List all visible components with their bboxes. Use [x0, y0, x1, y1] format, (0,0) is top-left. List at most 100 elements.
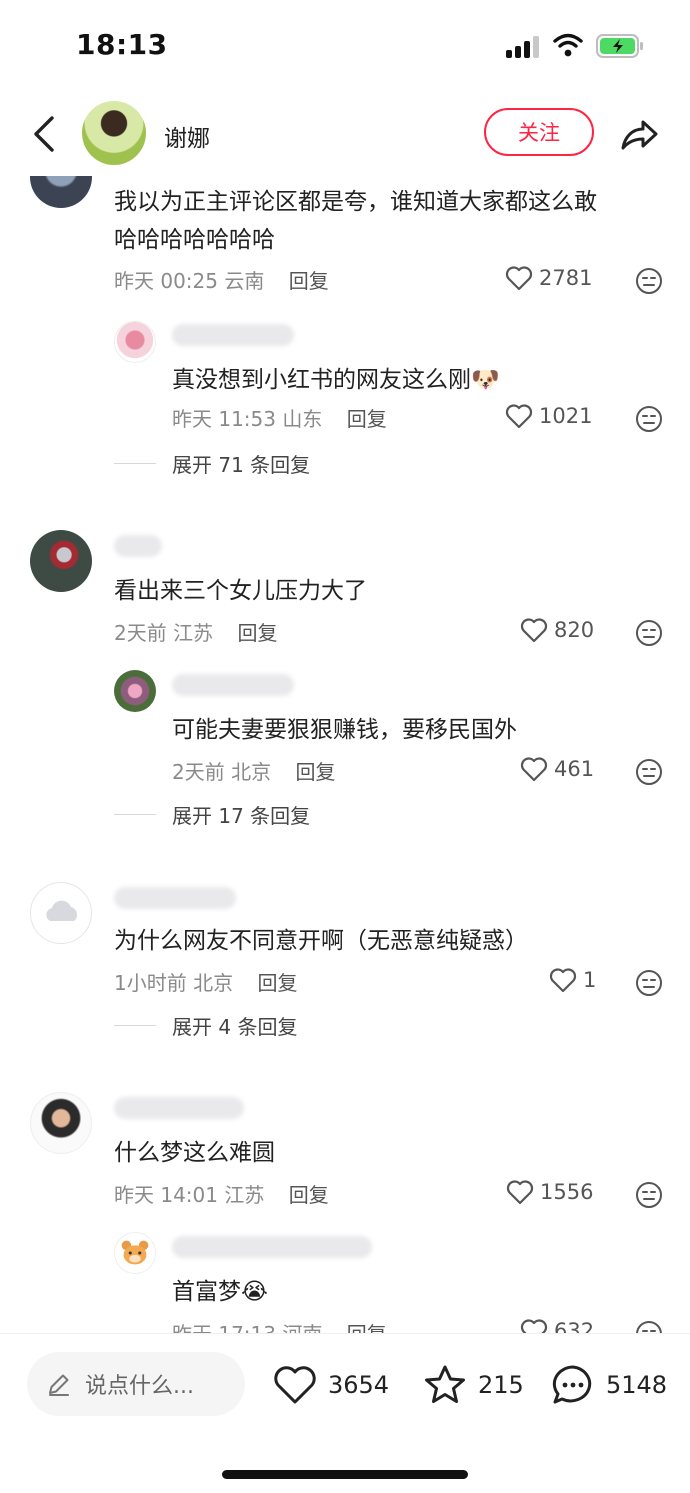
replier-avatar[interactable]	[114, 670, 156, 712]
wifi-icon	[553, 33, 583, 57]
comment-like[interactable]: 820	[520, 617, 594, 643]
heart-icon	[505, 266, 533, 291]
comment-like[interactable]: 1	[549, 967, 596, 993]
commenter-avatar[interactable]	[30, 1092, 92, 1154]
comment-meta: 1小时前 北京 回复	[114, 967, 297, 996]
comment-button[interactable]: 5148	[550, 1364, 667, 1406]
like-count: 1021	[539, 404, 593, 428]
reply-button[interactable]: 回复	[295, 760, 335, 784]
emoji: 🐶	[471, 367, 500, 393]
reply-meta: 昨天 17:13 河南 回复	[172, 1318, 387, 1333]
signal-icon	[506, 36, 542, 58]
commenter-avatar[interactable]	[30, 882, 92, 944]
reply-button[interactable]: 回复	[289, 269, 329, 293]
comment-total: 5148	[606, 1371, 668, 1399]
replier-avatar[interactable]	[114, 321, 156, 363]
heart-icon	[520, 757, 548, 782]
share-icon[interactable]	[619, 114, 659, 154]
replier-name-blurred	[172, 674, 294, 696]
note-header: 谢娜 关注	[0, 92, 690, 176]
follow-button[interactable]: 关注	[484, 108, 594, 156]
more-icon[interactable]	[635, 405, 663, 433]
comment-time: 昨天 00:25	[114, 269, 218, 293]
more-icon[interactable]	[635, 267, 663, 295]
expand-replies[interactable]: 展开 71 条回复	[114, 449, 310, 478]
replier-name-blurred	[172, 1236, 372, 1258]
expand-replies[interactable]: 展开 4 条回复	[114, 1011, 297, 1040]
like-count: 1556	[540, 1180, 594, 1204]
more-icon[interactable]	[635, 969, 663, 997]
reply-location: 山东	[282, 407, 323, 431]
replier-avatar[interactable]	[114, 1232, 156, 1274]
reply-time: 昨天 17:13	[172, 1322, 276, 1333]
divider	[114, 463, 156, 464]
heart-icon	[520, 618, 548, 643]
reply-like[interactable]: 1021	[505, 403, 592, 429]
comment-location: 江苏	[224, 1183, 265, 1207]
author-name[interactable]: 谢娜	[164, 119, 210, 153]
comment-text-line-2: 哈哈哈哈哈哈哈	[114, 227, 275, 253]
comment-like[interactable]: 2781	[505, 265, 592, 291]
replier-name-blurred	[172, 324, 294, 346]
comment-meta: 2天前 江苏 回复	[114, 617, 277, 646]
comment-list: 我以为正主评论区都是夸，谁知道大家都这么敢 哈哈哈哈哈哈哈 昨天 00:25 云…	[0, 176, 690, 1333]
like-count: 632	[554, 1319, 595, 1333]
comment-time: 昨天 14:01	[114, 1183, 218, 1207]
more-icon[interactable]	[635, 1320, 663, 1333]
like-count: 1	[583, 968, 597, 992]
reply-button[interactable]: 回复	[257, 971, 297, 995]
emoji: 😭	[241, 1279, 268, 1305]
reply-like[interactable]: 461	[520, 756, 594, 782]
comment-like[interactable]: 1556	[506, 1179, 593, 1205]
comment-text-line-1: 我以为正主评论区都是夸，谁知道大家都这么敢	[114, 189, 597, 215]
author-avatar[interactable]	[82, 101, 146, 165]
comment-meta: 昨天 00:25 云南 回复	[114, 265, 329, 294]
reply-location: 北京	[231, 760, 272, 784]
commenter-avatar[interactable]	[30, 176, 92, 208]
commenter-name-blurred	[114, 887, 236, 909]
reply-meta: 2天前 北京 回复	[172, 756, 335, 785]
reply-button[interactable]: 回复	[347, 407, 387, 431]
heart-icon	[274, 1366, 316, 1404]
comment-input-placeholder: 说点什么...	[85, 1374, 194, 1399]
reply-like[interactable]: 632	[520, 1318, 594, 1333]
status-bar: 18:13	[0, 0, 690, 90]
reply-location: 河南	[282, 1322, 322, 1333]
like-count: 461	[554, 757, 595, 781]
like-count: 2781	[539, 266, 593, 290]
collect-button[interactable]: 215	[422, 1364, 524, 1406]
reply-text: 真没想到小红书的网友这么刚🐶	[172, 367, 500, 393]
heart-icon	[520, 1319, 548, 1333]
comment-time: 1小时前	[114, 971, 187, 995]
commenter-name-blurred	[114, 535, 162, 557]
like-button[interactable]: 3654	[272, 1364, 389, 1406]
expand-replies[interactable]: 展开 17 条回复	[114, 800, 310, 829]
more-icon[interactable]	[635, 1181, 663, 1209]
bear-icon	[121, 1240, 149, 1265]
battery-icon	[596, 34, 643, 58]
reply-time: 昨天 11:53	[172, 407, 276, 431]
reply-button[interactable]: 回复	[289, 1183, 329, 1207]
reply-button[interactable]: 回复	[237, 621, 277, 645]
heart-icon	[549, 968, 577, 993]
comment-time: 2天前	[114, 621, 167, 645]
collect-total: 215	[478, 1371, 524, 1399]
like-count: 820	[554, 618, 595, 642]
heart-icon	[506, 1180, 534, 1205]
home-indicator[interactable]	[222, 1470, 468, 1479]
star-icon	[425, 1365, 465, 1403]
comment-meta: 昨天 14:01 江苏 回复	[114, 1179, 329, 1208]
commenter-avatar[interactable]	[30, 530, 92, 592]
back-icon[interactable]	[30, 114, 58, 154]
reply-text: 可能夫妻要狠狠赚钱，要移民国外	[172, 717, 517, 743]
comment-input[interactable]: 说点什么...	[27, 1352, 245, 1416]
comment-location: 云南	[224, 269, 265, 293]
divider	[114, 1025, 156, 1026]
reply-time: 2天前	[172, 760, 225, 784]
more-icon[interactable]	[635, 619, 663, 647]
more-icon[interactable]	[635, 758, 663, 786]
reply-button[interactable]: 回复	[347, 1322, 387, 1333]
status-time: 18:13	[76, 28, 168, 61]
reply-text: 首富梦😭	[172, 1279, 268, 1305]
comment-text: 看出来三个女儿压力大了	[114, 578, 367, 604]
